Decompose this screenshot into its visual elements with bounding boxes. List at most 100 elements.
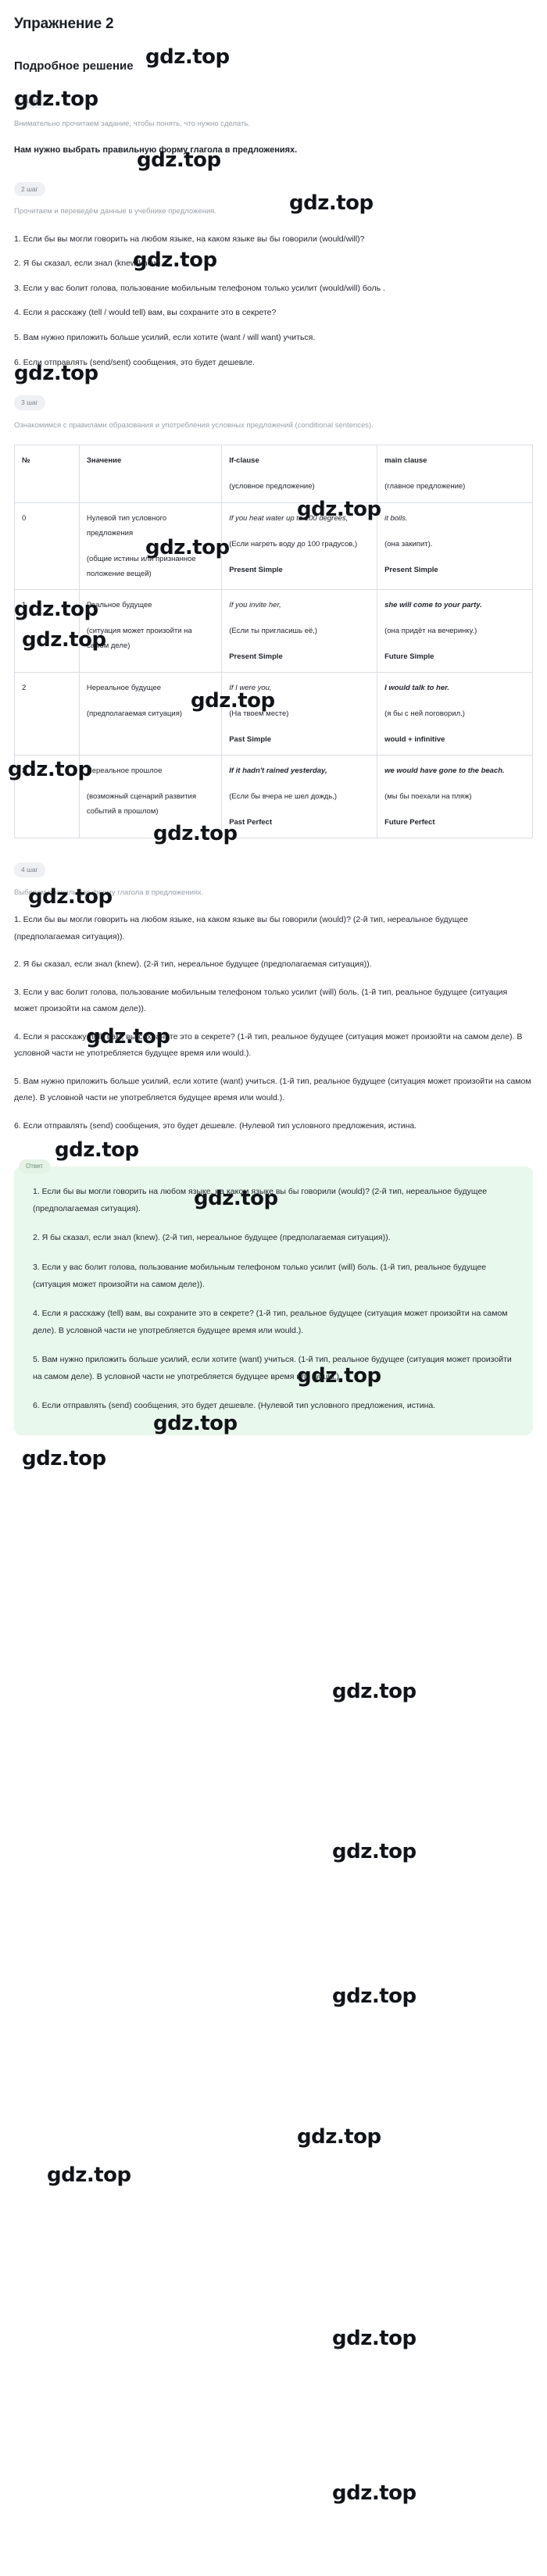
meaning-line: Нереальное будущее: [86, 684, 162, 693]
cell-main-clause: it boils. (она закипит). Present Simple: [377, 502, 533, 591]
step-4-badge: 4 шаг: [14, 863, 45, 877]
main-form: Future Simple: [384, 652, 434, 662]
list-item: 2. Я бы сказал, если знал (knew). (2-й т…: [33, 1233, 391, 1243]
cell-if-clause: If you invite her, (Если ты пригласишь е…: [221, 589, 378, 673]
meaning-line: (общие истины или признанное положение в…: [86, 555, 196, 579]
cell-main-clause: I would talk to her. (я бы с ней поговор…: [377, 672, 533, 756]
main-translation: (она придёт на вечеринку.): [384, 627, 477, 636]
list-item: 2. Я бы сказал, если знал (knew/know).: [14, 259, 163, 269]
step-3: 3 шаг Ознакомимся с правилами образовани…: [14, 395, 533, 839]
step-1-description: Внимательно прочитаем задание, чтобы пон…: [14, 119, 251, 128]
watermark-gdz-top: gdz.top: [332, 2327, 417, 2350]
watermark-gdz-top: gdz.top: [332, 1680, 417, 1703]
list-item: 3. Если у вас болит голова, пользование …: [14, 987, 508, 1014]
list-item: 1. Если бы вы могли говорить на любом яз…: [33, 1187, 488, 1213]
answer-badge: Ответ: [19, 1159, 50, 1174]
list-item: 1. Если бы вы могли говорить на любом яз…: [14, 234, 365, 244]
main-translation: (я бы с ней поговорил.): [384, 709, 465, 719]
if-clause-subtitle: (условное предложение): [229, 482, 315, 491]
step-4-answer-list: 1. Если бы вы могли говорить на любом яз…: [14, 912, 533, 1134]
watermark-gdz-top: gdz.top: [47, 2163, 131, 2187]
column-header-if-clause: If-clause (условное предложение): [221, 445, 378, 504]
list-item: 4. Если я расскажу (tell) вам, вы сохран…: [33, 1309, 508, 1335]
cell-main-clause: she will come to your party. (она придёт…: [377, 589, 533, 673]
if-translation: (Если нагреть воду до 100 градусов,): [229, 540, 358, 549]
main-form: Present Simple: [384, 566, 438, 575]
list-item: 1. Если бы вы могли говорить на любом яз…: [14, 915, 469, 941]
main-example: she will come to your party.: [384, 601, 482, 610]
list-item: 3. Если у вас болит голова, пользование …: [33, 1262, 487, 1289]
step-2-sentence-list: 1. Если бы вы могли говорить на любом яз…: [14, 231, 533, 371]
cell-number: 1: [14, 589, 80, 673]
cell-number: 2: [14, 672, 80, 756]
page-title: Упражнение 2: [14, 16, 114, 32]
list-item: 3. Если у вас болит голова, пользование …: [14, 283, 385, 293]
cell-meaning: Нулевой тип условного предложения (общие…: [78, 502, 223, 591]
list-item: 6. Если отправлять (send) сообщения, это…: [14, 1120, 417, 1131]
cell-meaning: Реальное будущее (ситуация может произой…: [78, 589, 223, 673]
list-item: 5. Вам нужно приложить больше усилий, ес…: [14, 1076, 531, 1103]
watermark-gdz-top: gdz.top: [332, 2481, 417, 2505]
list-item: 4. Если я расскажу (tell / would tell) в…: [14, 308, 277, 318]
if-translation: (Если ты пригласишь её,): [229, 627, 318, 636]
meaning-line: Нереальное прошлое: [86, 766, 163, 776]
table-row: 2 Нереальное будущее (предполагаемая сит…: [14, 672, 533, 756]
cell-if-clause: If it hadn't rained yesterday, (Если бы …: [221, 755, 378, 839]
main-clause-subtitle: (главное предложение): [384, 482, 466, 491]
if-example: If I were you,: [229, 684, 272, 693]
cell-number: 3: [14, 755, 80, 839]
table-row: 0 Нулевой тип условного предложения (общ…: [14, 502, 533, 591]
if-translation: (Если бы вчера не шел дождь,): [229, 792, 338, 802]
table-row: 3 Нереальное прошлое (возможный сценарий…: [14, 755, 533, 839]
main-form: Future Perfect: [384, 818, 435, 827]
list-item: 6. Если отправлять (send/sent) сообщения…: [14, 357, 255, 367]
step-2: 2 шаг Прочитаем и переведём данные в уче…: [14, 181, 533, 371]
if-example: If you invite her,: [229, 601, 281, 610]
if-example: If it hadn't rained yesterday,: [229, 766, 327, 776]
watermark-gdz-top: gdz.top: [332, 1840, 417, 1863]
if-example: If you heat water up to 100 degrees,: [229, 514, 349, 523]
cell-meaning: Нереальное будущее (предполагаемая ситуа…: [78, 672, 223, 756]
watermark-gdz-top: gdz.top: [297, 2125, 381, 2149]
cell-if-clause: If I were you, (На твоем месте) Past Sim…: [221, 672, 378, 756]
step-1-lead: Нам нужно выбрать правильную форму глаго…: [14, 145, 298, 155]
answer-section: Ответ 1. Если бы вы могли говорить на лю…: [14, 1158, 533, 1435]
list-item: 5. Вам нужно приложить больше усилий, ес…: [33, 1355, 512, 1381]
step-3-badge: 3 шаг: [14, 395, 45, 410]
main-form: would + infinitive: [384, 735, 445, 745]
cell-number: 0: [14, 502, 80, 591]
table-header-row: № Значение If-clause (условное предложен…: [14, 445, 533, 504]
watermark-gdz-top: gdz.top: [22, 1447, 106, 1470]
main-translation: (она закипит).: [384, 540, 433, 549]
step-4-description: Выберем правильную форму глагола в предл…: [14, 888, 204, 897]
watermark-gdz-top: gdz.top: [332, 1985, 417, 2008]
main-example: I would talk to her.: [384, 684, 449, 693]
list-item: 6. Если отправлять (send) сообщения, это…: [33, 1401, 436, 1411]
main-example: it boils.: [384, 514, 408, 523]
step-1: 1 шаг Внимательно прочитаем задание, что…: [14, 93, 533, 158]
list-item: 2. Я бы сказал, если знал (knew). (2-й т…: [14, 959, 372, 970]
if-translation: (На твоем месте): [229, 709, 289, 719]
step-2-badge: 2 шаг: [14, 181, 45, 197]
meaning-line: (возможный сценарий развития событий в п…: [86, 792, 196, 816]
cell-if-clause: If you heat water up to 100 degrees, (Ес…: [221, 502, 378, 591]
cell-main-clause: we would have gone to the beach. (мы бы …: [377, 755, 533, 839]
if-form: Past Perfect: [229, 818, 273, 827]
column-header-number: №: [14, 445, 80, 504]
if-clause-title: If-clause: [229, 456, 259, 466]
solution-heading: Подробное решение: [14, 59, 134, 73]
if-form: Past Simple: [229, 735, 272, 745]
main-clause-title: main clause: [384, 456, 427, 466]
step-4: 4 шаг Выберем правильную форму глагола в…: [14, 862, 533, 1134]
column-header-main-clause: main clause (главное предложение): [377, 445, 533, 504]
answer-box: 1. Если бы вы могли говорить на любом яз…: [14, 1167, 533, 1435]
cell-meaning: Нереальное прошлое (возможный сценарий р…: [78, 755, 223, 839]
table-row: 1 Реальное будущее (ситуация может произ…: [14, 589, 533, 673]
list-item: 5. Вам нужно приложить больше усилий, ес…: [14, 333, 316, 342]
solution-page: Упражнение 2 Подробное решение 1 шаг Вни…: [0, 0, 547, 1435]
step-2-description: Прочитаем и переведём данные в учебнике …: [14, 207, 217, 216]
meaning-line: Реальное будущее: [86, 601, 152, 610]
meaning-line: (ситуация может произойти на самом деле): [86, 627, 192, 651]
step-1-badge: 1 шаг: [14, 94, 45, 109]
if-form: Present Simple: [229, 652, 283, 662]
